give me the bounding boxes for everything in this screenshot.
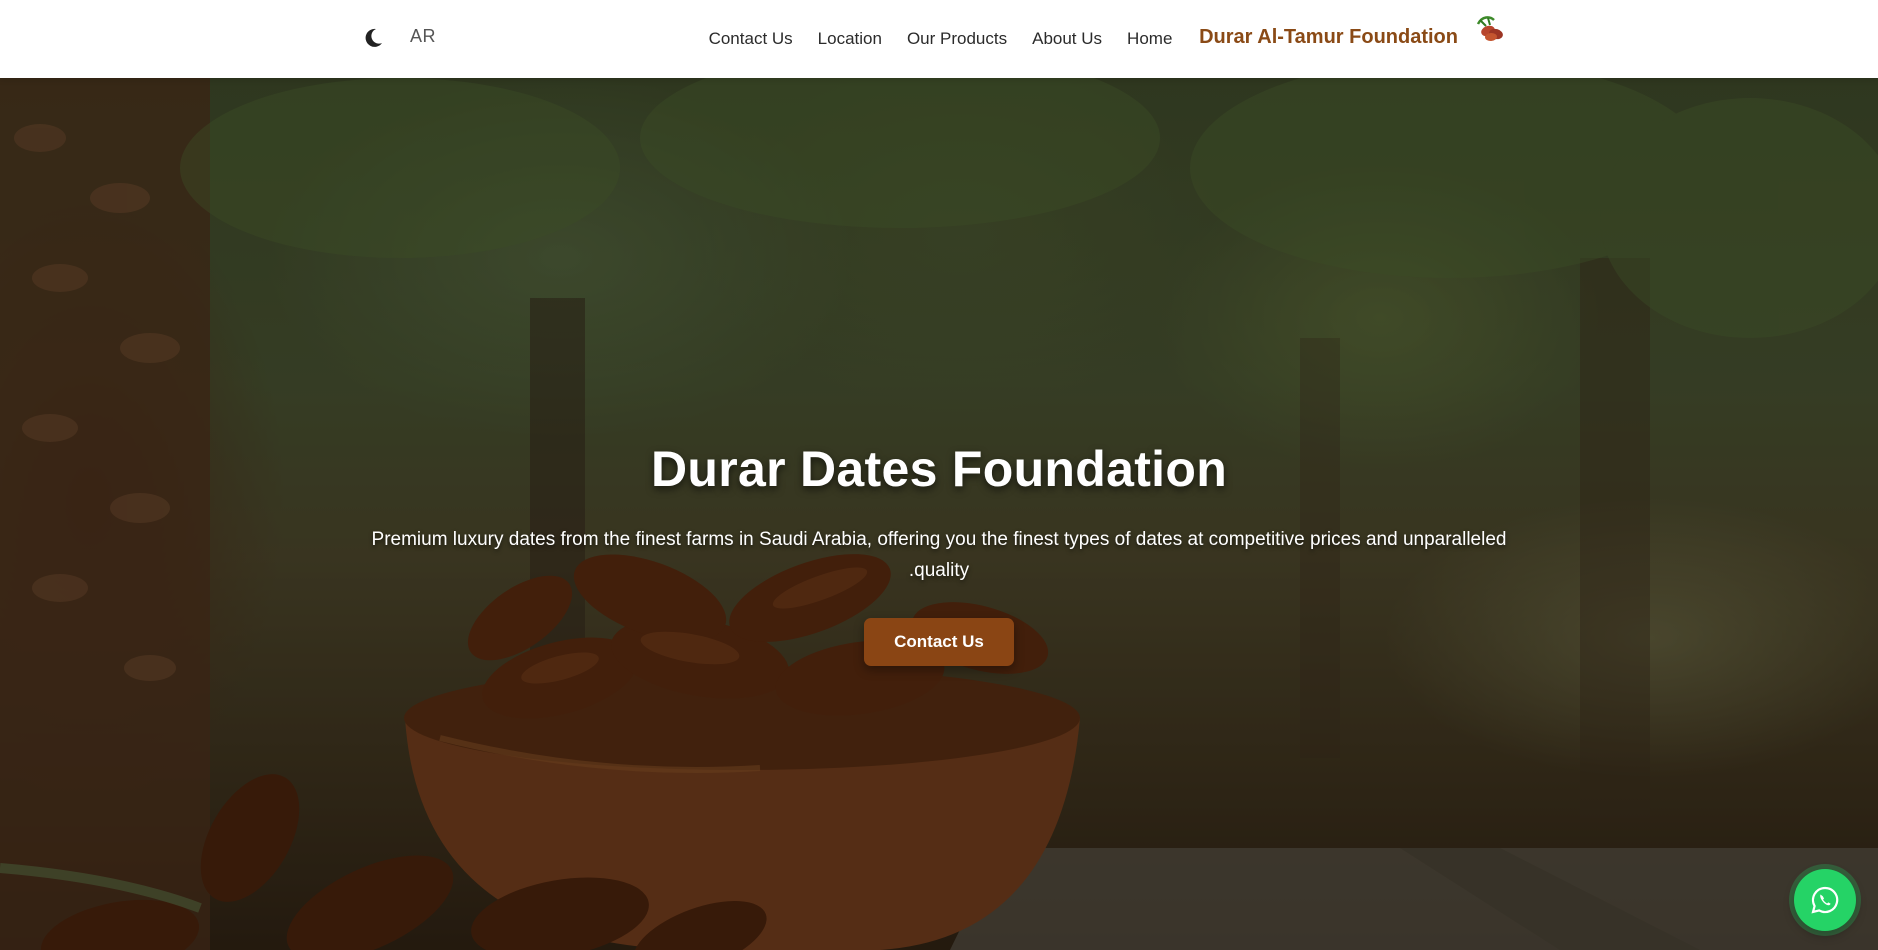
moon-icon: [365, 28, 382, 47]
contact-us-button[interactable]: Contact Us: [864, 618, 1014, 666]
nav-link-location[interactable]: Location: [818, 29, 882, 49]
site-header: AR Contact Us Location Our Products Abou…: [0, 0, 1878, 78]
nav-link-products[interactable]: Our Products: [907, 29, 1007, 49]
dates-logo-icon[interactable]: [1472, 14, 1508, 44]
hero-content: Durar Dates Foundation Premium luxury da…: [0, 440, 1878, 666]
nav-link-about[interactable]: About Us: [1032, 29, 1102, 49]
hero-title: Durar Dates Foundation: [650, 441, 1228, 497]
language-toggle[interactable]: AR: [410, 26, 436, 47]
hero-subtitle: Premium luxury dates from the finest far…: [371, 529, 1507, 581]
hero-section: Durar Dates Foundation Premium luxury da…: [0, 78, 1878, 950]
brand-name[interactable]: Durar Al-Tamur Foundation: [1199, 26, 1458, 49]
whatsapp-icon: [1811, 886, 1839, 914]
whatsapp-button[interactable]: [1794, 869, 1856, 931]
nav-link-home[interactable]: Home: [1127, 29, 1172, 49]
theme-toggle-button[interactable]: [360, 22, 388, 54]
nav-link-contact[interactable]: Contact Us: [709, 29, 793, 49]
main-nav: Contact Us Location Our Products About U…: [0, 0, 1878, 78]
